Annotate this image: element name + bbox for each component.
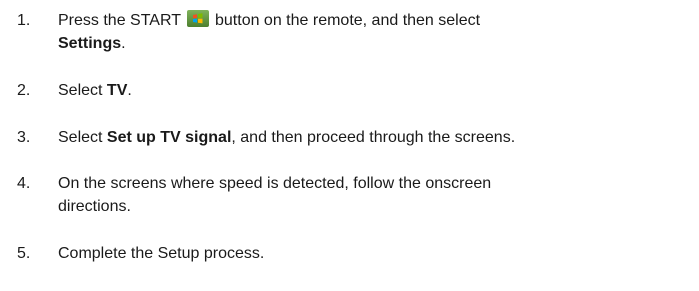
step-text-line: directions. — [58, 198, 131, 215]
set-up-tv-signal-label: Set up TV signal — [106, 129, 232, 146]
settings-label: Settings — [58, 35, 122, 52]
step-text-end: . — [121, 35, 126, 52]
step-text-part: Select — [58, 129, 107, 146]
step-number: 3. — [17, 129, 31, 146]
step-text-line: On the screens where speed is detected, … — [58, 175, 492, 192]
step-text-part: Select — [58, 82, 107, 99]
windows-start-icon — [187, 10, 209, 27]
step-number: 1. — [17, 12, 31, 29]
step-text: Press the START button on the remote, an… — [58, 9, 658, 55]
setup-steps-list: 1. Press the START button on the remote,… — [0, 0, 699, 291]
step-number: 4. — [17, 175, 31, 192]
step-text: Complete the Setup process. — [58, 245, 265, 262]
step-text-end: , and then proceed through the screens. — [231, 129, 516, 146]
step-text: On the screens where speed is detected, … — [58, 172, 658, 218]
step-text-part: button on the remote, and then select — [215, 12, 481, 29]
step-number: 5. — [17, 245, 31, 262]
step-number: 2. — [17, 82, 31, 99]
tv-label: TV — [106, 82, 128, 99]
step-text-end: . — [127, 82, 132, 99]
step-text: Select TV. — [58, 79, 658, 102]
step-text-part: Press the START — [58, 12, 181, 29]
step-text: Select Set up TV signal, and then procee… — [58, 126, 658, 149]
